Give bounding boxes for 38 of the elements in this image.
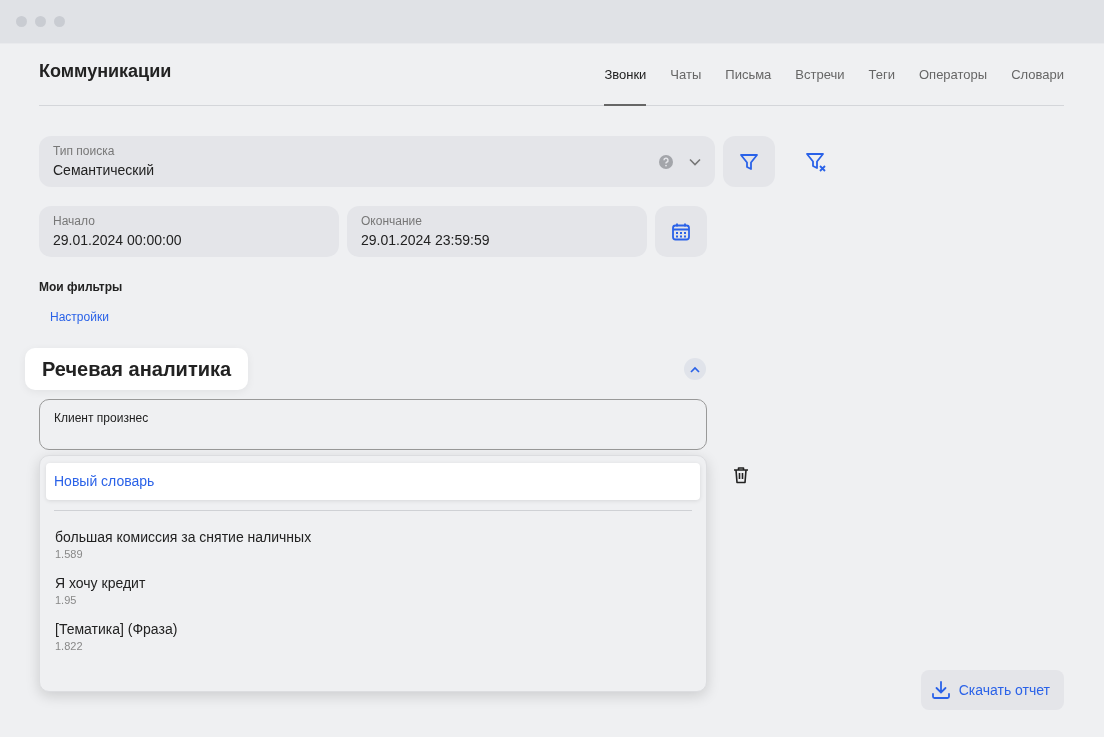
field-label: Клиент произнес bbox=[54, 410, 150, 427]
collapse-button[interactable] bbox=[684, 358, 706, 380]
nav-tab[interactable]: Чаты bbox=[670, 64, 702, 106]
field-value: 29.01.2024 00:00:00 bbox=[53, 231, 183, 250]
menu-item[interactable]: Новый словарь bbox=[46, 463, 700, 500]
start-date-field[interactable]: Начало 29.01.2024 00:00:00 bbox=[39, 206, 339, 257]
nav-tab[interactable]: Операторы bbox=[919, 64, 988, 106]
section-label: Мои фильтры bbox=[39, 279, 124, 296]
page-title: Коммуникации bbox=[39, 60, 172, 83]
field-label: Окончание bbox=[361, 214, 423, 228]
end-date-field[interactable]: Окончание 29.01.2024 23:59:59 bbox=[347, 206, 647, 257]
settings-link[interactable]: Настройки bbox=[50, 308, 109, 326]
help-icon bbox=[659, 154, 673, 169]
filter-button[interactable] bbox=[723, 136, 775, 187]
chevron-down-icon bbox=[689, 157, 701, 166]
trash-icon[interactable] bbox=[733, 466, 749, 484]
menu-item[interactable]: большая комиссия за снятие наличных 1.589 bbox=[46, 524, 700, 566]
field-value: Семантический bbox=[53, 160, 155, 180]
download-icon bbox=[930, 680, 951, 700]
search-type-select[interactable]: Тип поиска Семантический bbox=[39, 136, 715, 187]
download-report-button[interactable]: Скачать отчет bbox=[920, 670, 1064, 710]
filter-icon bbox=[739, 151, 759, 172]
menu-item[interactable]: Я хочу кредит 1.95 bbox=[46, 570, 700, 612]
section-title: Речевая аналитика bbox=[25, 348, 249, 390]
calendar-button[interactable] bbox=[655, 206, 707, 257]
clear-filter-icon[interactable] bbox=[805, 150, 827, 173]
nav-tab[interactable]: Встречи bbox=[795, 64, 845, 106]
calendar-icon bbox=[671, 221, 691, 242]
chevron-up-icon bbox=[690, 365, 700, 373]
phrase-field[interactable]: Клиент произнес bbox=[39, 399, 707, 450]
field-value: 29.01.2024 23:59:59 bbox=[361, 231, 491, 250]
field-label: Тип поиска bbox=[53, 143, 116, 158]
menu-item[interactable]: [Тематика] (Фраза) 1.822 bbox=[46, 616, 700, 658]
field-label: Начало bbox=[53, 214, 96, 228]
nav-tab[interactable]: Теги bbox=[868, 64, 895, 106]
nav-tab[interactable]: Звонки bbox=[604, 64, 647, 106]
nav-tab[interactable]: Словари bbox=[1011, 64, 1064, 106]
nav-tab[interactable]: Письма bbox=[725, 64, 772, 106]
